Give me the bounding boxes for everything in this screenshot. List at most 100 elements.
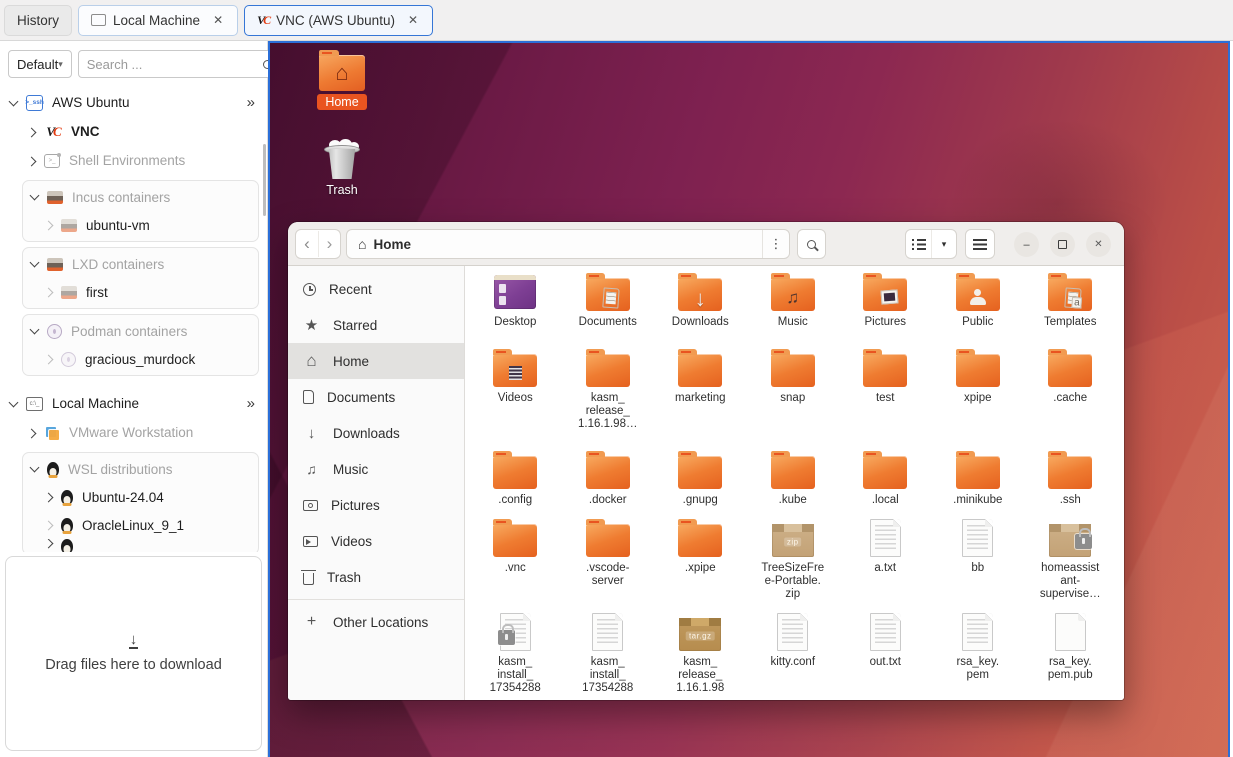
file-.ssh[interactable]: .ssh [1024,450,1117,518]
chevron-down-icon[interactable] [30,258,40,268]
chevron-down-icon[interactable] [30,325,40,335]
tree-item-clipped[interactable] [23,539,258,552]
place-videos[interactable]: Videos [288,523,464,559]
place-other-locations[interactable]: Other Locations [288,604,464,640]
search-button[interactable] [797,229,826,259]
tree-item-first[interactable]: first [23,278,258,306]
file-.cache[interactable]: .cache [1024,348,1117,450]
search-box[interactable] [78,50,281,78]
tree-item-lxd-containers[interactable]: LXD containers [23,250,258,278]
file-kasm-[interactable]: tar.gzkasm_ release_ 1.16.1.98 [654,612,747,695]
desktop-icon-trash[interactable]: Trash [303,139,381,198]
place-trash[interactable]: Trash [288,559,464,595]
tree-item-podman-containers[interactable]: Podman containers [23,317,258,345]
tab-history[interactable]: History [4,5,72,36]
tree-item-gracious-murdock[interactable]: gracious_murdock [23,345,258,373]
maximize-button[interactable] [1050,232,1075,257]
file-test[interactable]: test [839,348,932,450]
place-downloads[interactable]: Downloads [288,415,464,451]
file-music[interactable]: Music [747,272,840,348]
chevron-right-icon[interactable] [44,539,54,548]
file-bb[interactable]: bb [932,518,1025,612]
file-kasm-[interactable]: kasm_ install_ 17354288 [469,612,562,695]
more-actions-icon[interactable]: » [247,94,255,111]
main-menu-button[interactable] [965,229,995,259]
tree-item-vmware-workstation[interactable]: VMware Workstation [0,418,267,447]
profile-dropdown[interactable]: Default ▾ [8,50,72,78]
tree-item-vnc[interactable]: VNC [0,117,267,146]
file-.minikube[interactable]: .minikube [932,450,1025,518]
file-.xpipe[interactable]: .xpipe [654,518,747,612]
place-pictures[interactable]: Pictures [288,487,464,523]
tree-item-local-machine[interactable]: Local Machine» [0,389,267,418]
file-treesizefre[interactable]: zipTreeSizeFre e-Portable. zip [747,518,840,612]
place-starred[interactable]: Starred [288,307,464,343]
chevron-right-icon[interactable] [44,355,54,365]
back-button[interactable]: ‹ [296,231,318,257]
download-drop-zone[interactable]: ↓ Drag files here to download [5,556,262,751]
file-.local[interactable]: .local [839,450,932,518]
file-.docker[interactable]: .docker [562,450,655,518]
file-public[interactable]: Public [932,272,1025,348]
file-.vscode-[interactable]: .vscode- server [562,518,655,612]
place-recent[interactable]: Recent [288,271,464,307]
tree-item-ubuntu-24-04[interactable]: Ubuntu-24.04 [23,483,258,511]
chevron-right-icon[interactable] [44,221,54,231]
file-videos[interactable]: Videos [469,348,562,450]
tree-item-ubuntu-vm[interactable]: ubuntu-vm [23,211,258,239]
tree-item-shell-environments[interactable]: Shell Environments [0,146,267,175]
desktop-icon-home[interactable]: ⌂ Home [303,55,381,110]
search-input[interactable] [87,57,263,72]
file-pictures[interactable]: Pictures [839,272,932,348]
file-rsa-key.[interactable]: rsa_key. pem [932,612,1025,695]
path-bar[interactable]: ⌂ Home ⋮ [346,229,790,259]
file-kitty.conf[interactable]: kitty.conf [747,612,840,695]
forward-button[interactable]: › [318,231,340,257]
file-xpipe[interactable]: xpipe [932,348,1025,450]
chevron-right-icon[interactable] [44,493,54,503]
chevron-right-icon[interactable] [27,156,37,166]
file-.gnupg[interactable]: .gnupg [654,450,747,518]
place-music[interactable]: Music [288,451,464,487]
file-kasm-[interactable]: kasm_ release_ 1.16.1.98… [562,348,655,450]
chevron-right-icon[interactable] [44,521,54,531]
close-icon[interactable]: ✕ [406,13,420,27]
file-.vnc[interactable]: .vnc [469,518,562,612]
path-menu-button[interactable]: ⋮ [762,230,789,258]
file-templates[interactable]: Templates [1024,272,1117,348]
file-documents[interactable]: Documents [562,272,655,348]
file-rsa-key.[interactable]: rsa_key. pem.pub [1024,612,1117,695]
place-home[interactable]: Home [288,343,464,379]
file-a.txt[interactable]: a.txt [839,518,932,612]
file-marketing[interactable]: marketing [654,348,747,450]
scrollbar[interactable] [263,144,266,216]
file-kasm-[interactable]: kasm_ install_ 17354288 [562,612,655,695]
tab-local-machine[interactable]: Local Machine✕ [78,5,238,36]
file-.config[interactable]: .config [469,450,562,518]
file-out.txt[interactable]: out.txt [839,612,932,695]
tree-item-aws-ubuntu[interactable]: AWS Ubuntu» [0,88,267,117]
minimize-button[interactable]: – [1014,232,1039,257]
remote-desktop[interactable]: ⌂ Home Trash ‹ › ⌂ [270,43,1228,757]
chevron-right-icon[interactable] [27,127,37,137]
tree-item-wsl-distributions[interactable]: WSL distributions [23,455,258,483]
file-homeassist[interactable]: homeassist ant- supervise… [1024,518,1117,612]
chevron-down-icon[interactable] [9,96,19,106]
chevron-right-icon[interactable] [27,428,37,438]
view-options-dropdown[interactable]: ▾ [931,230,956,258]
chevron-down-icon[interactable] [9,397,19,407]
tree-item-oraclelinux-9-1[interactable]: OracleLinux_9_1 [23,511,258,539]
more-actions-icon[interactable]: » [247,395,255,412]
tree-item-incus-containers[interactable]: Incus containers [23,183,258,211]
file-.kube[interactable]: .kube [747,450,840,518]
file-snap[interactable]: snap [747,348,840,450]
file-desktop[interactable]: Desktop [469,272,562,348]
close-icon[interactable]: ✕ [211,13,225,27]
place-documents[interactable]: Documents [288,379,464,415]
chevron-down-icon[interactable] [30,191,40,201]
close-button[interactable]: ✕ [1086,232,1111,257]
file-downloads[interactable]: Downloads [654,272,747,348]
chevron-right-icon[interactable] [44,288,54,298]
view-list-button[interactable] [906,230,931,258]
chevron-down-icon[interactable] [30,463,40,473]
